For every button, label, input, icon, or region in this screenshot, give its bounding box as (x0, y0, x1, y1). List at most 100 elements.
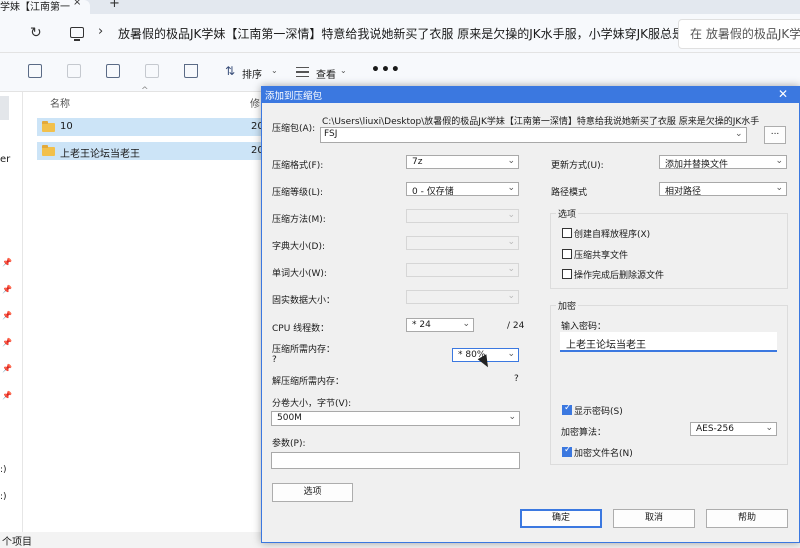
enc-method-label: 加密算法： (561, 428, 607, 438)
dialog-title: 添加到压缩包 (265, 91, 323, 102)
path-mode-label: 路径模式 (551, 188, 588, 198)
word-select[interactable]: ⌄ (406, 263, 519, 277)
pin-icon: 📌 (2, 285, 12, 294)
archive-path-text: C:\Users\liuxi\Desktop\放暑假的极品JK学妹【江南第一深情… (322, 117, 760, 127)
file-name: 10 (60, 121, 73, 132)
cancel-button[interactable]: 取消 (613, 509, 695, 528)
password-label: 输入密码： (561, 322, 607, 332)
update-label: 更新方式(U): (551, 161, 604, 171)
split-select[interactable]: 500M ⌄ (271, 411, 520, 426)
method-label: 压缩方法(M): (272, 215, 326, 225)
pin-icon: 📌 (2, 364, 12, 373)
close-icon[interactable]: ✕ (778, 87, 788, 101)
chevron-down-icon: ⌄ (507, 349, 515, 359)
dialog-titlebar[interactable] (262, 87, 799, 103)
params-label: 参数(P): (272, 439, 306, 449)
ok-button[interactable]: 确定 (520, 509, 602, 528)
chevron-down-icon: ⌄ (507, 291, 515, 301)
chevron-down-icon: ⌄ (507, 183, 515, 193)
nav-item-label[interactable]: er (0, 154, 10, 165)
path-mode-select[interactable]: 相对路径 ⌄ (659, 182, 787, 197)
mem-decomp-label: 解压缩所需内存： (272, 377, 345, 387)
format-label: 压缩格式(F): (272, 161, 324, 171)
sfx-checkbox[interactable] (562, 228, 572, 238)
pin-icon: 📌 (2, 338, 12, 347)
chevron-down-icon[interactable]: ⌄ (735, 129, 743, 139)
encrypt-names-label: 加密文件名(N) (574, 449, 633, 459)
mem-comp-label: 压缩所需内存： (272, 345, 336, 355)
this-pc-icon[interactable] (70, 27, 84, 41)
folder-icon (42, 121, 55, 132)
archive-path-value: FSJ (324, 129, 338, 139)
dict-select[interactable]: ⌄ (406, 236, 519, 250)
search-placeholder: 在 放暑假的极品JK学妹 (690, 27, 800, 41)
column-header-name[interactable]: 名称 (50, 95, 70, 110)
enc-method-value: AES-256 (696, 424, 734, 434)
archive-path-combo[interactable] (320, 127, 747, 143)
password-value: 上老王论坛当老王 (566, 340, 646, 351)
tab-close-icon[interactable]: × (73, 0, 81, 8)
params-input[interactable] (271, 452, 520, 469)
solid-label: 固实数据大小： (272, 296, 336, 306)
help-button[interactable]: 帮助 (706, 509, 788, 528)
file-name: 上老王论坛当老王 (60, 149, 140, 160)
dict-label: 字典大小(D): (272, 242, 325, 252)
paste-icon[interactable] (67, 64, 81, 78)
chevron-down-icon: ⌄ (507, 264, 515, 274)
chevron-down-icon: ⌄ (507, 237, 515, 247)
solid-select[interactable]: ⌄ (406, 290, 519, 304)
threads-select[interactable]: * 24 ⌄ (406, 318, 474, 332)
more-options-icon[interactable]: ••• (371, 62, 401, 78)
refresh-icon[interactable]: ↻ (30, 25, 42, 41)
browse-button[interactable]: ... (764, 126, 786, 144)
show-password-label: 显示密码(S) (574, 407, 623, 417)
tab-title: 学妹【江南第一 (0, 2, 70, 13)
threads-value: * 24 (412, 320, 431, 330)
share-icon[interactable] (145, 64, 159, 78)
format-select[interactable]: 7z ⌄ (406, 155, 519, 169)
view-button[interactable]: 查看 (316, 66, 336, 81)
breadcrumb-chevron-icon[interactable]: › (98, 24, 103, 39)
format-value: 7z (412, 157, 423, 167)
view-icon[interactable] (296, 67, 309, 77)
show-password-checkbox[interactable] (562, 403, 572, 415)
folder-icon (42, 145, 55, 156)
copy-icon[interactable] (28, 64, 42, 78)
chevron-down-icon: ⌄ (765, 423, 773, 433)
pin-icon: 📌 (2, 258, 12, 267)
chevron-down-icon: ⌄ (507, 210, 515, 220)
update-select[interactable]: 添加并替换文件 ⌄ (659, 155, 787, 170)
tab-bar (0, 0, 800, 14)
chevron-down-icon: ⌄ (340, 66, 347, 75)
rename-icon[interactable] (106, 64, 120, 78)
sort-icon[interactable]: ⇅ (225, 64, 235, 78)
chevron-down-icon: ⌄ (508, 412, 516, 422)
shared-checkbox[interactable] (562, 249, 572, 259)
nav-item-label[interactable]: :) (0, 492, 7, 502)
pin-icon: 📌 (2, 311, 12, 320)
level-select[interactable]: 0 - 仅存储 ⌄ (406, 182, 519, 197)
enc-method-select[interactable]: AES-256 ⌄ (690, 422, 777, 436)
mem-decomp-q: ? (514, 374, 519, 384)
options-button[interactable]: 选项 (272, 483, 353, 502)
encryption-group-title: 加密 (556, 299, 579, 312)
sort-button[interactable]: 排序 (242, 66, 262, 81)
nav-item-label[interactable]: :) (0, 465, 7, 475)
chevron-down-icon: ⌄ (462, 319, 470, 329)
delete-source-checkbox[interactable] (562, 269, 572, 279)
level-label: 压缩等级(L): (272, 188, 324, 198)
level-value: 0 - 仅存储 (412, 187, 454, 197)
breadcrumb-path[interactable]: 放暑假的极品JK学妹【江南第一深情】特意给我说她新买了衣服 原来是欠操的JK水手… (118, 25, 678, 42)
column-header-date[interactable]: 修 (250, 95, 260, 110)
update-value: 添加并替换文件 (665, 160, 729, 170)
sfx-label: 创建自释放程序(X) (574, 230, 651, 240)
nav-selected-item[interactable] (0, 96, 9, 120)
split-label: 分卷大小，字节(V): (272, 399, 352, 409)
method-select[interactable]: ⌄ (406, 209, 519, 223)
delete-source-label: 操作完成后删除源文件 (574, 271, 665, 281)
new-tab-button[interactable]: + (109, 0, 120, 11)
encrypt-names-checkbox[interactable] (562, 445, 572, 457)
sort-ascending-icon: ^ (141, 86, 149, 96)
delete-icon[interactable] (184, 64, 198, 78)
chevron-down-icon: ⌄ (271, 66, 278, 75)
